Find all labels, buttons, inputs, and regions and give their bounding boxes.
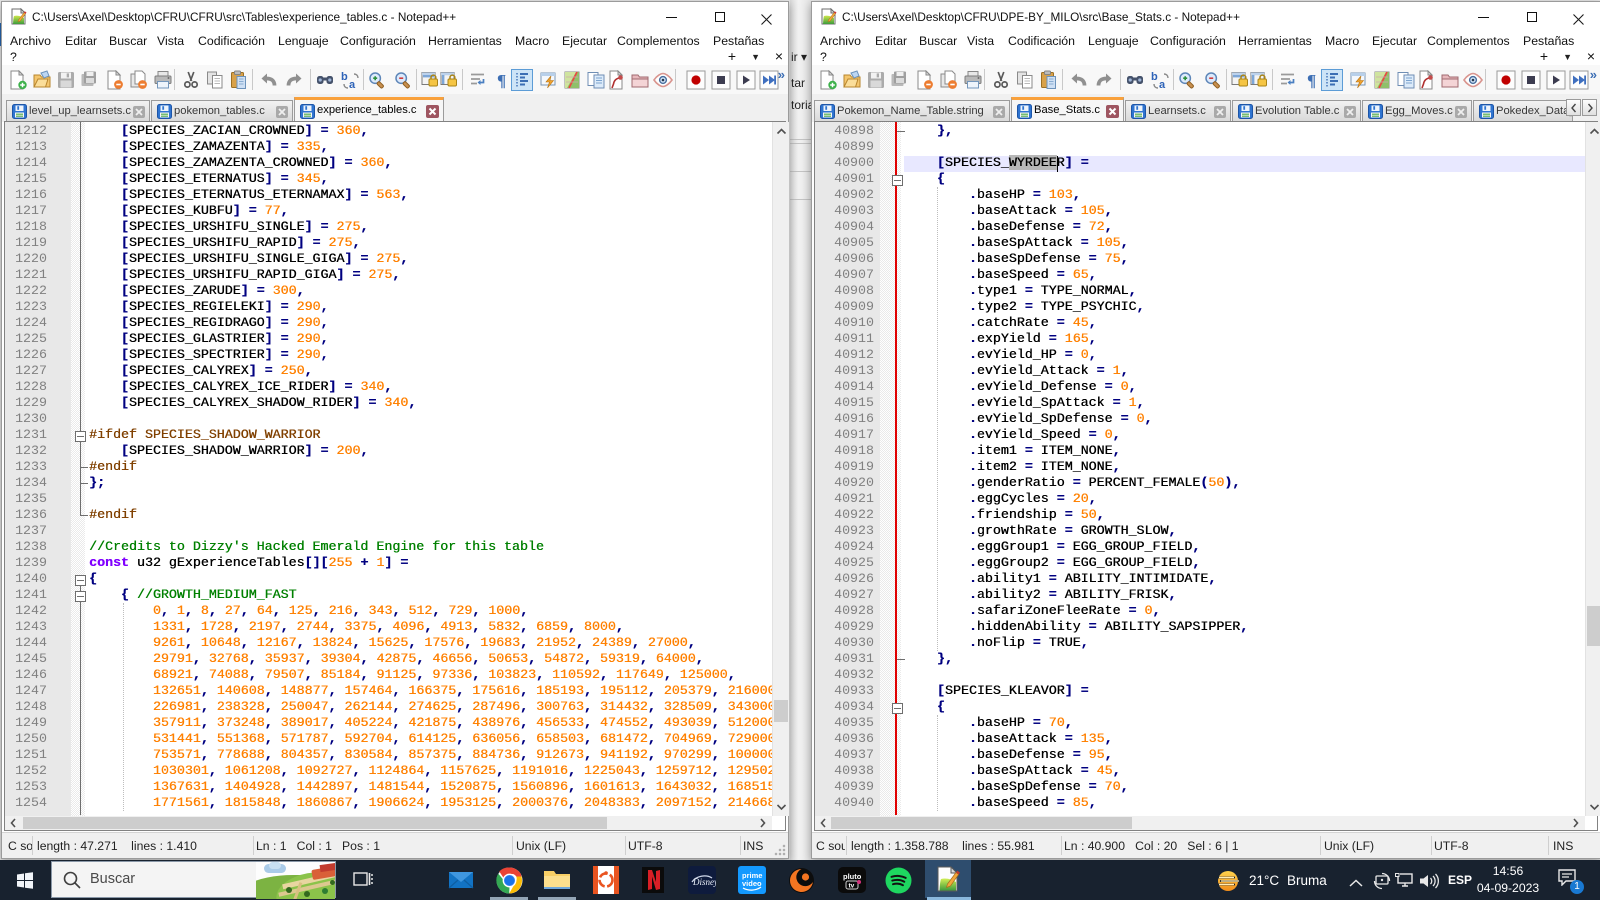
svg-text:¶: ¶ <box>1307 71 1316 90</box>
svg-text:b: b <box>1151 71 1158 83</box>
svg-text:Disney+: Disney+ <box>692 877 716 887</box>
svg-text:video: video <box>742 879 762 888</box>
svg-text:tv: tv <box>849 883 855 890</box>
svg-text:a: a <box>1159 79 1166 90</box>
svg-text:¶: ¶ <box>497 71 506 90</box>
svg-text:a: a <box>349 79 356 90</box>
svg-text:pluto: pluto <box>843 872 862 881</box>
svg-text:b: b <box>341 71 348 83</box>
